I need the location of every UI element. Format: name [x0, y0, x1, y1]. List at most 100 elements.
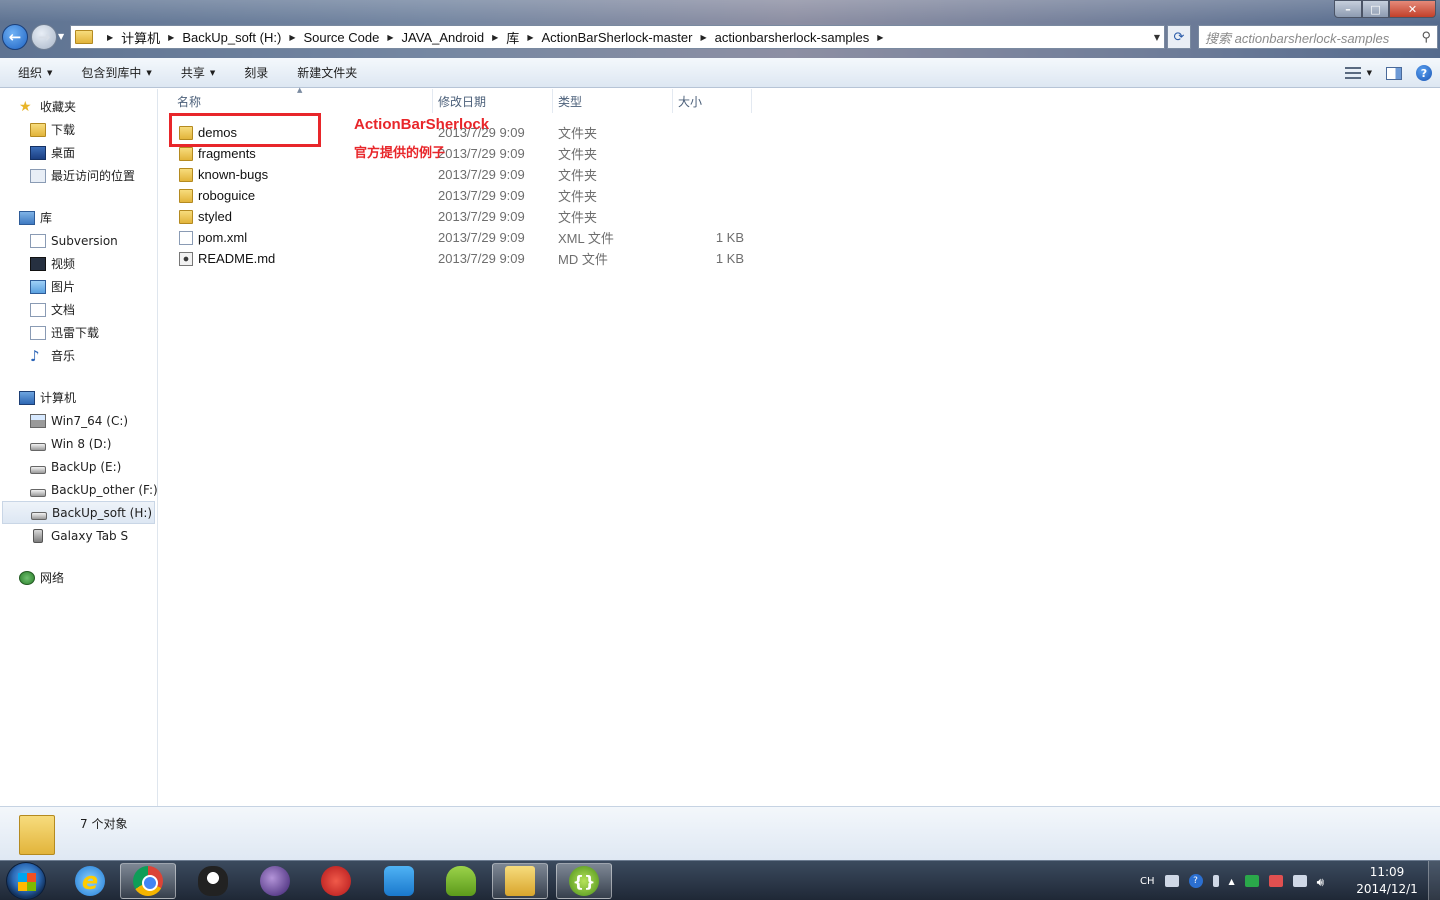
chevron-right-icon[interactable]: ▶: [289, 33, 295, 42]
chevron-right-icon[interactable]: ▶: [700, 33, 706, 42]
taskbar-app-qq[interactable]: [185, 863, 241, 899]
refresh-button[interactable]: ⟳: [1167, 25, 1191, 49]
system-drive-icon: [30, 413, 46, 428]
chevron-right-icon[interactable]: ▶: [492, 33, 498, 42]
breadcrumb-item[interactable]: 库 ▶: [506, 28, 541, 47]
breadcrumb-item[interactable]: BackUp_soft (H:) ▶: [182, 30, 303, 45]
back-button[interactable]: ←: [2, 24, 28, 50]
sidebar-item-recent-places[interactable]: 最近访问的位置: [0, 164, 157, 187]
annotation-highlight-box: [169, 113, 321, 147]
star-icon: ★: [19, 98, 32, 115]
breadcrumb-item[interactable]: JAVA_Android ▶: [402, 30, 507, 45]
sidebar-item-drive-e[interactable]: BackUp (E:): [0, 455, 157, 478]
chevron-right-icon[interactable]: ▶: [168, 33, 174, 42]
internet-explorer-icon: e: [75, 866, 105, 896]
address-bar[interactable]: ▶ 计算机 ▶ BackUp_soft (H:) ▶ Source Code ▶ JA…: [70, 25, 1165, 49]
address-dropdown-icon[interactable]: ▼: [1154, 33, 1160, 42]
hard-drive-icon: [30, 488, 46, 497]
keyboard-icon[interactable]: [1164, 875, 1179, 887]
breadcrumb-item[interactable]: Source Code ▶: [303, 30, 401, 45]
eclipse-icon: [260, 866, 290, 896]
new-folder-button[interactable]: 新建文件夹: [277, 58, 366, 88]
show-desktop-button[interactable]: [1428, 861, 1440, 900]
qq-penguin-icon: [198, 866, 228, 896]
computer-icon: [19, 390, 35, 405]
search-input[interactable]: 搜索 actionbarsherlock-samples ⚲: [1198, 25, 1438, 49]
taskbar-app-ie[interactable]: e: [62, 863, 118, 899]
sidebar-item-subversion[interactable]: Subversion: [0, 229, 157, 252]
taskbar-app-red[interactable]: [308, 863, 364, 899]
document-icon: [30, 325, 46, 340]
search-icon[interactable]: ⚲: [1421, 29, 1431, 45]
file-row-pom-xml[interactable]: pom.xml 2013/7/29 9:09 XML 文件 1 KB: [159, 227, 752, 248]
help-icon[interactable]: ?: [1416, 65, 1432, 81]
include-in-library-menu[interactable]: 包含到库中 ▼: [61, 58, 160, 88]
sidebar-item-downloads[interactable]: 下载: [0, 118, 157, 141]
pen-icon[interactable]: [1212, 875, 1219, 887]
start-button[interactable]: [6, 862, 46, 900]
chevron-right-icon[interactable]: ▶: [387, 33, 393, 42]
windows-logo-icon: [18, 873, 36, 891]
taskbar-app-green[interactable]: {}: [556, 863, 612, 899]
hard-drive-icon: [30, 442, 46, 451]
minimize-button[interactable]: –: [1334, 0, 1362, 18]
preview-pane-icon[interactable]: [1386, 66, 1402, 80]
help-icon[interactable]: ?: [1188, 874, 1203, 888]
sidebar-item-documents[interactable]: 文档: [0, 298, 157, 321]
taskbar-app-android[interactable]: [433, 863, 489, 899]
annotation-title: ActionBarSherlock: [354, 116, 490, 133]
organize-menu[interactable]: 组织 ▼: [0, 58, 61, 88]
input-language-indicator[interactable]: CH: [1140, 876, 1155, 887]
taskbar-app-eclipse[interactable]: [247, 863, 303, 899]
column-header-size[interactable]: 大小: [673, 89, 752, 113]
column-header-name[interactable]: 名称 ▲: [159, 86, 433, 113]
sidebar-favorites[interactable]: ★ 收藏夹: [0, 95, 157, 118]
sidebar-item-drive-f[interactable]: BackUp_other (F:): [0, 478, 158, 501]
forward-button[interactable]: →: [31, 24, 57, 50]
sidebar-item-pictures[interactable]: 图片: [0, 275, 157, 298]
app-tray-icon[interactable]: [1244, 875, 1259, 887]
breadcrumb-item[interactable]: 计算机 ▶: [121, 28, 182, 47]
file-row-known-bugs[interactable]: known-bugs 2013/7/29 9:09 文件夹: [159, 164, 752, 185]
flag-tray-icon[interactable]: [1268, 875, 1283, 887]
sidebar-network[interactable]: 网络: [0, 566, 157, 589]
chevron-right-icon[interactable]: ▶: [527, 33, 533, 42]
sidebar-item-thunder-downloads[interactable]: 迅雷下载: [0, 321, 157, 344]
taskbar-app-blue[interactable]: [371, 863, 427, 899]
show-hidden-icons-icon[interactable]: ▲: [1229, 877, 1235, 886]
sidebar-item-drive-h[interactable]: BackUp_soft (H:): [2, 501, 155, 524]
taskbar-app-chrome[interactable]: [120, 863, 176, 899]
network-icon: [19, 570, 35, 585]
sidebar-computer[interactable]: 计算机: [0, 386, 157, 409]
caret-down-icon: ▼: [1366, 69, 1372, 77]
file-row-roboguice[interactable]: roboguice 2013/7/29 9:09 文件夹: [159, 185, 752, 206]
sidebar-libraries[interactable]: 库: [0, 206, 157, 229]
share-menu[interactable]: 共享 ▼: [161, 58, 224, 88]
network-tray-icon[interactable]: [1292, 875, 1307, 887]
file-explorer-icon: [505, 866, 535, 896]
breadcrumb-item[interactable]: actionbarsherlock-samples ▶: [715, 30, 892, 45]
column-header-date[interactable]: 修改日期: [433, 89, 553, 113]
column-header-type[interactable]: 类型: [553, 89, 673, 113]
sidebar-item-desktop[interactable]: 桌面: [0, 141, 157, 164]
sidebar-item-drive-c[interactable]: Win7_64 (C:): [0, 409, 157, 432]
folder-icon: [179, 167, 193, 182]
sidebar-item-videos[interactable]: 视频: [0, 252, 157, 275]
breadcrumb-item[interactable]: ActionBarSherlock-master ▶: [541, 30, 714, 45]
sidebar-item-drive-d[interactable]: Win 8 (D:): [0, 432, 157, 455]
recent-places-icon: [30, 168, 46, 183]
navigation-pane: ★ 收藏夹 下载 桌面 最近访问的位置 库 Subversion 视频 图片 文档…: [0, 89, 158, 806]
taskbar-app-explorer[interactable]: [492, 863, 548, 899]
burn-button[interactable]: 刻录: [224, 58, 277, 88]
change-view-button[interactable]: ▼: [1344, 67, 1372, 79]
volume-icon[interactable]: 🔊︎: [1317, 875, 1331, 889]
file-row-readme-md[interactable]: README.md 2013/7/29 9:09 MD 文件 1 KB: [159, 248, 752, 269]
sidebar-item-galaxy-tab[interactable]: Galaxy Tab S: [0, 524, 157, 547]
close-button[interactable]: ✕: [1389, 0, 1436, 18]
clock[interactable]: 11:09 2014/12/1: [1350, 864, 1424, 898]
chevron-right-icon[interactable]: ▶: [877, 33, 883, 42]
sidebar-item-music[interactable]: ♪ 音乐: [0, 344, 157, 367]
file-row-styled[interactable]: styled 2013/7/29 9:09 文件夹: [159, 206, 752, 227]
maximize-button[interactable]: □: [1362, 0, 1389, 18]
recent-pages-button[interactable]: ▼: [58, 30, 68, 44]
